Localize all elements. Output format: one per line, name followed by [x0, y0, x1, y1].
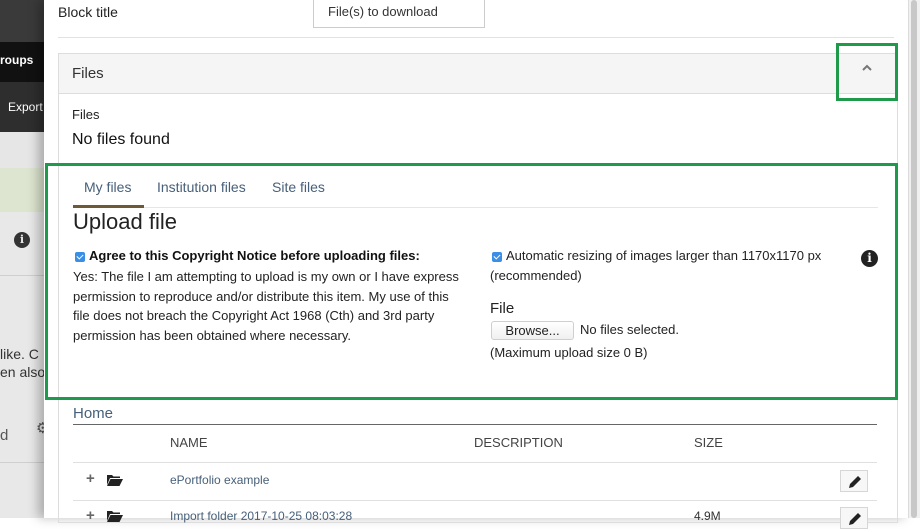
bg-text: en also [0, 364, 46, 380]
block-title-input[interactable]: File(s) to download [313, 0, 485, 28]
tab-divider [144, 207, 878, 208]
scrollbar-thumb[interactable] [911, 0, 917, 518]
tab-site-files[interactable]: Site files [272, 179, 325, 195]
bg-text: like. C [0, 346, 39, 362]
folder-open-icon[interactable] [107, 510, 123, 522]
bg-info-icon: i [14, 232, 30, 248]
files-panel-header[interactable] [58, 53, 898, 94]
tab-institution-files[interactable]: Institution files [157, 179, 246, 195]
pencil-icon [849, 476, 861, 488]
file-size: 4.9M [694, 509, 721, 523]
auto-resize-label: Automatic resizing of images larger than… [506, 248, 822, 263]
row-divider [73, 462, 877, 463]
block-title-label: Block title [58, 4, 118, 20]
active-tab-indicator [73, 205, 144, 208]
breadcrumb-rule [73, 424, 877, 425]
collapse-files-button[interactable] [836, 43, 898, 101]
expand-plus-icon[interactable]: + [86, 507, 95, 524]
max-upload-size: (Maximum upload size 0 B) [490, 345, 648, 360]
no-files-message: No files found [72, 131, 170, 148]
column-header-description: DESCRIPTION [474, 435, 563, 450]
auto-resize-checkbox[interactable] [492, 252, 502, 262]
breadcrumb-home[interactable]: Home [73, 405, 113, 422]
bg-text: d [0, 427, 9, 444]
upload-file-heading: Upload file [73, 209, 177, 234]
tab-my-files[interactable]: My files [84, 179, 131, 195]
browse-button[interactable]: Browse... [491, 321, 574, 340]
agree-copyright-label: Agree to this Copyright Notice before up… [89, 248, 420, 263]
row-divider [73, 500, 877, 501]
files-panel-title: Files [72, 65, 104, 82]
info-icon[interactable]: i [861, 250, 878, 267]
agree-copyright-checkbox[interactable] [75, 252, 85, 262]
expand-plus-icon[interactable]: + [86, 470, 95, 487]
pencil-icon [849, 513, 861, 525]
edit-button[interactable] [840, 507, 868, 529]
copyright-notice-text: Yes: The file I am attempting to upload … [73, 269, 459, 343]
file-name-link[interactable]: ePortfolio example [170, 473, 269, 487]
folder-open-icon[interactable] [107, 474, 123, 486]
divider [58, 37, 894, 38]
column-header-name[interactable]: NAME [170, 435, 208, 450]
files-label: Files [72, 107, 100, 122]
edit-button[interactable] [840, 470, 868, 492]
file-field-label: File [490, 300, 515, 317]
column-header-size: SIZE [694, 435, 723, 450]
file-name-link[interactable]: Import folder 2017-10-25 08:03:28 [170, 509, 352, 523]
file-selection-status: No files selected. [580, 322, 679, 337]
auto-resize-recommended: (recommended) [490, 268, 582, 283]
